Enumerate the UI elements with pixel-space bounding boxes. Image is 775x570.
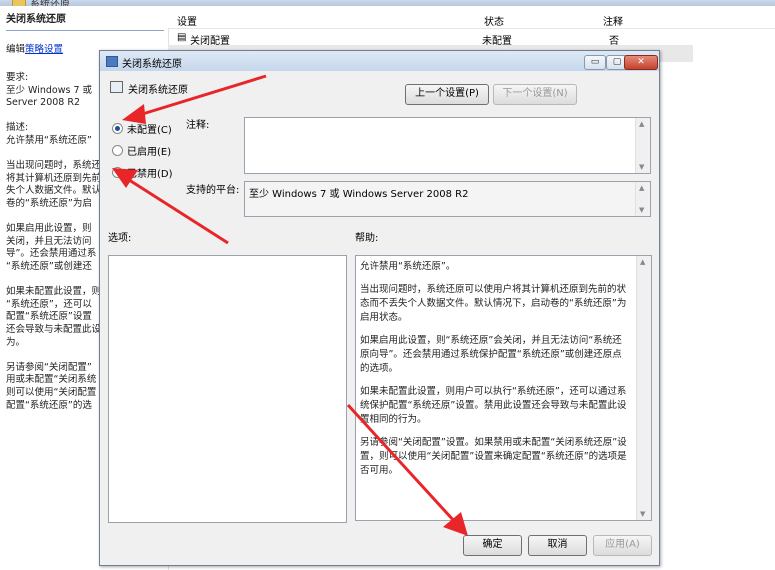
arrow-line (346, 403, 457, 524)
arrow-head (122, 104, 146, 124)
arrow-line (135, 74, 267, 118)
arrow-group (112, 74, 468, 536)
arrow-head (443, 512, 468, 536)
arrow-head (112, 168, 138, 188)
arrow-line (125, 176, 229, 245)
annotation-arrows (112, 74, 468, 536)
